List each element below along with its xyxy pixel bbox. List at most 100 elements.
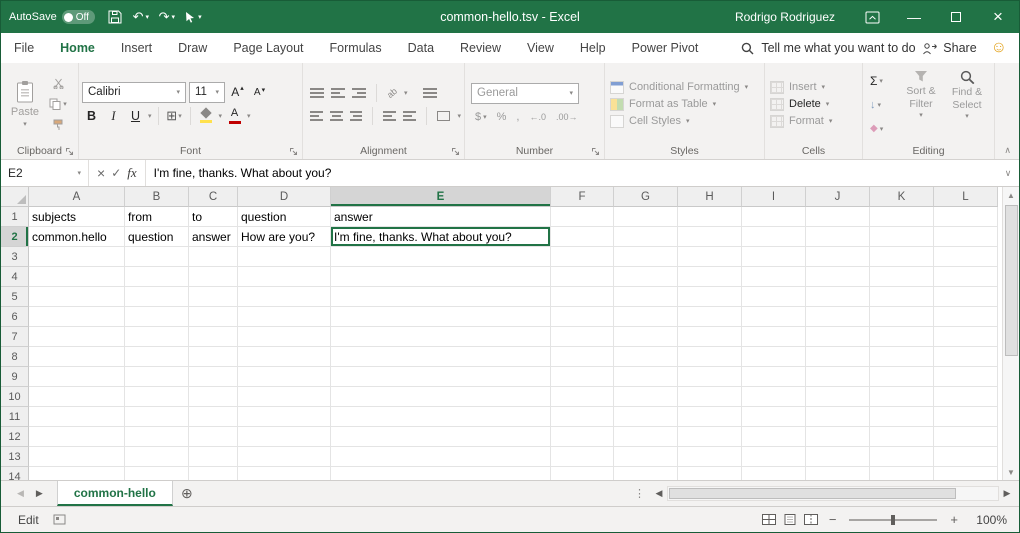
zoom-slider-thumb[interactable] <box>891 515 895 525</box>
tellme-box[interactable]: Tell me what you want to do <box>741 33 915 63</box>
cell-D14[interactable] <box>238 467 331 480</box>
borders-button[interactable]: ⊞▾ <box>165 106 184 127</box>
cell-D1[interactable]: question <box>238 207 331 227</box>
sheet-nav-right-icon[interactable]: ▶ <box>36 488 43 499</box>
paste-button[interactable]: Paste ▾ <box>4 66 46 142</box>
comma-format-button[interactable]: , <box>512 108 523 126</box>
qat-customize-button[interactable]: ▾ <box>181 5 205 29</box>
number-format-combo[interactable]: General▾ <box>471 83 579 104</box>
cell-G8[interactable] <box>614 347 678 367</box>
cell-E3[interactable] <box>331 247 551 267</box>
cell-F12[interactable] <box>551 427 614 447</box>
cell-C9[interactable] <box>189 367 238 387</box>
zoom-level[interactable]: 100% <box>969 513 1007 527</box>
cell-E1[interactable]: answer <box>331 207 551 227</box>
font-color-button[interactable]: A <box>225 106 244 127</box>
cell-L12[interactable] <box>934 427 998 447</box>
cell-L10[interactable] <box>934 387 998 407</box>
ribbon-tab-power-pivot[interactable]: Power Pivot <box>619 33 712 63</box>
cell-H9[interactable] <box>678 367 742 387</box>
cell-D10[interactable] <box>238 387 331 407</box>
normal-view-icon[interactable] <box>762 514 776 525</box>
cell-F6[interactable] <box>551 307 614 327</box>
cell-K4[interactable] <box>870 267 934 287</box>
cell-A7[interactable] <box>29 327 125 347</box>
cell-L8[interactable] <box>934 347 998 367</box>
cell-H11[interactable] <box>678 407 742 427</box>
cell-H5[interactable] <box>678 287 742 307</box>
cell-B4[interactable] <box>125 267 189 287</box>
col-header-E[interactable]: E <box>331 187 551 207</box>
col-header-B[interactable]: B <box>125 187 189 207</box>
cell-I8[interactable] <box>742 347 806 367</box>
feedback-smiley-icon[interactable]: ☺ <box>991 40 1007 56</box>
cell-K7[interactable] <box>870 327 934 347</box>
align-top-icon[interactable] <box>310 88 324 98</box>
cell-A2[interactable]: common.hello <box>29 227 125 247</box>
align-center-icon[interactable] <box>330 111 343 121</box>
cell-C11[interactable] <box>189 407 238 427</box>
row-header-12[interactable]: 12 <box>1 427 29 447</box>
cell-G14[interactable] <box>614 467 678 480</box>
ribbon-tab-help[interactable]: Help <box>567 33 619 63</box>
cell-D12[interactable] <box>238 427 331 447</box>
close-button[interactable]: × <box>977 1 1019 33</box>
cell-E12[interactable] <box>331 427 551 447</box>
cell-L2[interactable] <box>934 227 998 247</box>
align-right-icon[interactable] <box>350 111 363 121</box>
col-header-K[interactable]: K <box>870 187 934 207</box>
cell-C8[interactable] <box>189 347 238 367</box>
cell-H10[interactable] <box>678 387 742 407</box>
merge-center-icon[interactable] <box>437 111 451 121</box>
cell-C14[interactable] <box>189 467 238 480</box>
cell-F13[interactable] <box>551 447 614 467</box>
cell-I7[interactable] <box>742 327 806 347</box>
cell-B6[interactable] <box>125 307 189 327</box>
styles-button-format-as-table[interactable]: Format as Table▾ <box>610 98 748 111</box>
cell-K13[interactable] <box>870 447 934 467</box>
cell-G10[interactable] <box>614 387 678 407</box>
cell-L5[interactable] <box>934 287 998 307</box>
scroll-down-icon[interactable]: ▼ <box>1003 464 1019 480</box>
cell-A8[interactable] <box>29 347 125 367</box>
wrap-text-icon[interactable] <box>423 88 437 98</box>
sort-filter-button[interactable]: Sort & Filter▾ <box>898 66 944 142</box>
cell-J11[interactable] <box>806 407 870 427</box>
font-name-combo[interactable]: Calibri▾ <box>82 82 186 103</box>
minimize-button[interactable]: — <box>893 1 935 33</box>
cell-F2[interactable] <box>551 227 614 247</box>
add-sheet-icon[interactable]: ⊕ <box>173 481 201 506</box>
clipboard-dialog-launcher-icon[interactable] <box>65 147 74 156</box>
cell-C3[interactable] <box>189 247 238 267</box>
format-painter-button[interactable] <box>46 116 70 134</box>
cell-B8[interactable] <box>125 347 189 367</box>
record-macro-icon[interactable] <box>53 514 66 525</box>
cell-C7[interactable] <box>189 327 238 347</box>
cell-B11[interactable] <box>125 407 189 427</box>
col-header-I[interactable]: I <box>742 187 806 207</box>
cell-F3[interactable] <box>551 247 614 267</box>
ribbon-tab-insert[interactable]: Insert <box>108 33 165 63</box>
cell-G7[interactable] <box>614 327 678 347</box>
cell-E14[interactable] <box>331 467 551 480</box>
cell-I10[interactable] <box>742 387 806 407</box>
cell-E9[interactable] <box>331 367 551 387</box>
cell-G9[interactable] <box>614 367 678 387</box>
cell-F7[interactable] <box>551 327 614 347</box>
align-bottom-icon[interactable] <box>352 88 366 98</box>
ribbon-display-options-button[interactable] <box>851 1 893 33</box>
cell-K3[interactable] <box>870 247 934 267</box>
insert-function-icon[interactable]: fx <box>127 165 136 181</box>
increase-font-size-button[interactable]: A▴ <box>228 82 247 103</box>
font-size-combo[interactable]: 11▾ <box>189 82 225 103</box>
cell-F5[interactable] <box>551 287 614 307</box>
cell-B2[interactable]: question <box>125 227 189 247</box>
increase-indent-icon[interactable] <box>403 111 416 121</box>
cell-L6[interactable] <box>934 307 998 327</box>
cell-D11[interactable] <box>238 407 331 427</box>
cell-L14[interactable] <box>934 467 998 480</box>
row-header-14[interactable]: 14 <box>1 467 29 480</box>
cell-D7[interactable] <box>238 327 331 347</box>
cell-E10[interactable] <box>331 387 551 407</box>
cell-L9[interactable] <box>934 367 998 387</box>
